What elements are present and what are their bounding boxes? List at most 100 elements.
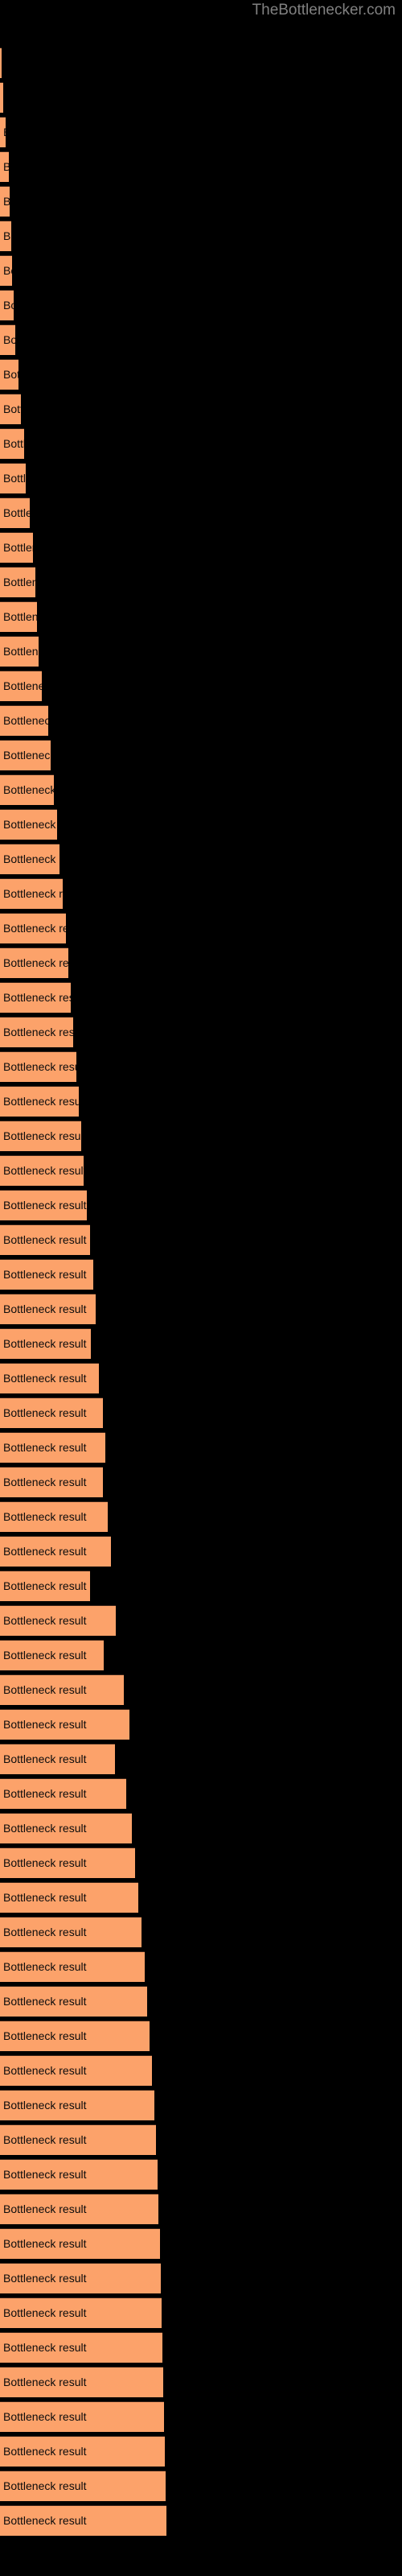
bar-row: Bottleneck result bbox=[0, 1051, 402, 1082]
bar-row: Bottleneck result bbox=[0, 2332, 402, 2363]
bar-row: Bottleneck result bbox=[0, 1017, 402, 1047]
bar-label-clip: Bottleneck result bbox=[0, 1294, 96, 1324]
bar-label: Bottleneck result bbox=[3, 852, 59, 865]
bar-row: Bottleneck result bbox=[0, 2436, 402, 2467]
bar-label: Bottleneck result bbox=[3, 2237, 87, 2250]
bar-row: Bottleneck result bbox=[0, 2194, 402, 2224]
bar-row: Bottleneck result bbox=[0, 2367, 402, 2397]
bar-row: Bottleneck result bbox=[0, 1086, 402, 1117]
bar-label-clip: Bottleneck result bbox=[0, 1086, 79, 1117]
bar-label: Bottleneck result bbox=[3, 1060, 76, 1073]
bar-label-clip: Bottleneck result bbox=[0, 636, 39, 667]
bar-label-clip: Bottleneck result bbox=[0, 117, 6, 147]
bar-row: Bottleneck result bbox=[0, 947, 402, 978]
bar-label-clip: Bottleneck result bbox=[0, 2159, 158, 2190]
bar-label: Bottleneck result bbox=[3, 368, 18, 381]
bar-row: Bottleneck result bbox=[0, 1605, 402, 1636]
bar-label: Bottleneck result bbox=[3, 956, 68, 969]
bar-row: Bottleneck result bbox=[0, 151, 402, 182]
bar-label: Bottleneck result bbox=[3, 1441, 87, 1454]
bar-label: Bottleneck result bbox=[3, 1683, 87, 1696]
bar-label: Bottleneck result bbox=[3, 506, 30, 519]
bar-label-clip: Bottleneck result bbox=[0, 2367, 163, 2397]
bar-label: Bottleneck result bbox=[3, 1822, 87, 1835]
bar-label-clip: Bottleneck result bbox=[0, 740, 51, 770]
bar-row: Bottleneck result bbox=[0, 1674, 402, 1705]
bar-row: Bottleneck result bbox=[0, 290, 402, 320]
bar-label-clip: Bottleneck result bbox=[0, 1951, 145, 1982]
bar-label-clip: Bottleneck result bbox=[0, 1051, 76, 1082]
bar-row: Bottleneck result bbox=[0, 2505, 402, 2536]
bar-label-clip: Bottleneck result bbox=[0, 1121, 81, 1151]
bar-label: Bottleneck result bbox=[3, 2341, 87, 2354]
site-watermark: TheBottlenecker.com bbox=[252, 2, 396, 19]
bar-label-clip: Bottleneck result bbox=[0, 2124, 156, 2155]
bar-label-clip: Bottleneck result bbox=[0, 2021, 150, 2051]
bar-row: Bottleneck result bbox=[0, 601, 402, 632]
bar-row: Bottleneck result bbox=[0, 1917, 402, 1947]
bar-label: Bottleneck result bbox=[3, 818, 57, 831]
bar-label-clip: Bottleneck result bbox=[0, 1605, 116, 1636]
bar-row: Bottleneck result bbox=[0, 497, 402, 528]
bar-label-clip: Bottleneck result bbox=[0, 809, 57, 840]
bar-label: Bottleneck result bbox=[3, 1614, 87, 1627]
bar-label: Bottleneck result bbox=[3, 2168, 87, 2181]
bar-row: Bottleneck result bbox=[0, 567, 402, 597]
bar-label-clip: Bottleneck result bbox=[0, 1709, 129, 1740]
bar-label-clip: Bottleneck result bbox=[0, 601, 37, 632]
bar-row: Bottleneck result bbox=[0, 255, 402, 286]
bar-label-clip: Bottleneck result bbox=[0, 913, 66, 943]
bar-label-clip: Bottleneck result bbox=[0, 671, 42, 701]
bar-label-clip: Bottleneck result bbox=[0, 982, 71, 1013]
bar-row: Bottleneck result bbox=[0, 2263, 402, 2293]
bar-label: Bottleneck result bbox=[3, 922, 66, 935]
bar-row: Bottleneck result bbox=[0, 324, 402, 355]
bar-label: Bottleneck result bbox=[3, 2306, 87, 2319]
bar-label: Bottleneck result bbox=[3, 610, 37, 623]
bar-label: Bottleneck result bbox=[3, 117, 6, 147]
bar-label: Bottleneck result bbox=[3, 2272, 87, 2285]
bar-row: Bottleneck result bbox=[0, 2055, 402, 2086]
bar-row: Bottleneck result bbox=[0, 1224, 402, 1255]
bar-label: Bottleneck result bbox=[3, 2479, 87, 2492]
bar-row: Bottleneck result bbox=[0, 1571, 402, 1601]
bar-row: Bottleneck result bbox=[0, 463, 402, 493]
bar-label-clip: Bottleneck result bbox=[0, 1882, 138, 1913]
bar-label-clip: Bottleneck result bbox=[0, 1744, 115, 1774]
bar-label-clip: Bottleneck result bbox=[0, 2297, 162, 2328]
bar-row: Bottleneck result bbox=[0, 1259, 402, 1290]
bar-label: Bottleneck result bbox=[3, 1129, 81, 1142]
bar-label-clip: Bottleneck result bbox=[0, 151, 9, 182]
bar-label-clip: Bottleneck result bbox=[0, 1536, 111, 1567]
bar-label-clip: Bottleneck result bbox=[0, 1397, 103, 1428]
bar-label: Bottleneck result bbox=[3, 1891, 87, 1904]
bar-row: Bottleneck result bbox=[0, 740, 402, 770]
bar-row: Bottleneck result bbox=[0, 982, 402, 1013]
bar-label: Bottleneck result bbox=[3, 2064, 87, 2077]
bar-label-clip: Bottleneck result bbox=[0, 774, 54, 805]
bar-label: Bottleneck result bbox=[3, 1579, 87, 1592]
bar-label: Bottleneck result bbox=[3, 783, 54, 796]
bar-label-clip: Bottleneck result bbox=[0, 324, 15, 355]
bar-label-clip: Bottleneck result bbox=[0, 1224, 90, 1255]
bar-row: Bottleneck result bbox=[0, 1190, 402, 1220]
bar-row: Bottleneck result bbox=[0, 1986, 402, 2017]
bar-row: Bottleneck result bbox=[0, 1951, 402, 1982]
bar-label: Bottleneck result bbox=[3, 472, 26, 485]
bar-label-clip: Bottleneck result bbox=[0, 255, 12, 286]
bar-label: Bottleneck result bbox=[3, 195, 10, 208]
bar-row: Bottleneck result bbox=[0, 774, 402, 805]
bar-label: Bottleneck result bbox=[3, 2514, 87, 2527]
bar-label: Bottleneck result bbox=[3, 1510, 87, 1523]
bar-label: Bottleneck result bbox=[3, 229, 11, 242]
bar-label: Bottleneck result bbox=[3, 1372, 87, 1385]
bar-label: Bottleneck result bbox=[3, 1337, 87, 1350]
bar-row: Bottleneck result bbox=[0, 359, 402, 390]
bar-label-clip: Bottleneck result bbox=[0, 1986, 147, 2017]
bar-label-clip: Bottleneck result bbox=[0, 428, 24, 459]
bar-label: Bottleneck result bbox=[3, 1545, 87, 1558]
bar-row: Bottleneck result bbox=[0, 2021, 402, 2051]
bar-row: Bottleneck result bbox=[0, 913, 402, 943]
bar-label: Bottleneck result bbox=[3, 1302, 87, 1315]
bar-label: Bottleneck result bbox=[3, 714, 48, 727]
